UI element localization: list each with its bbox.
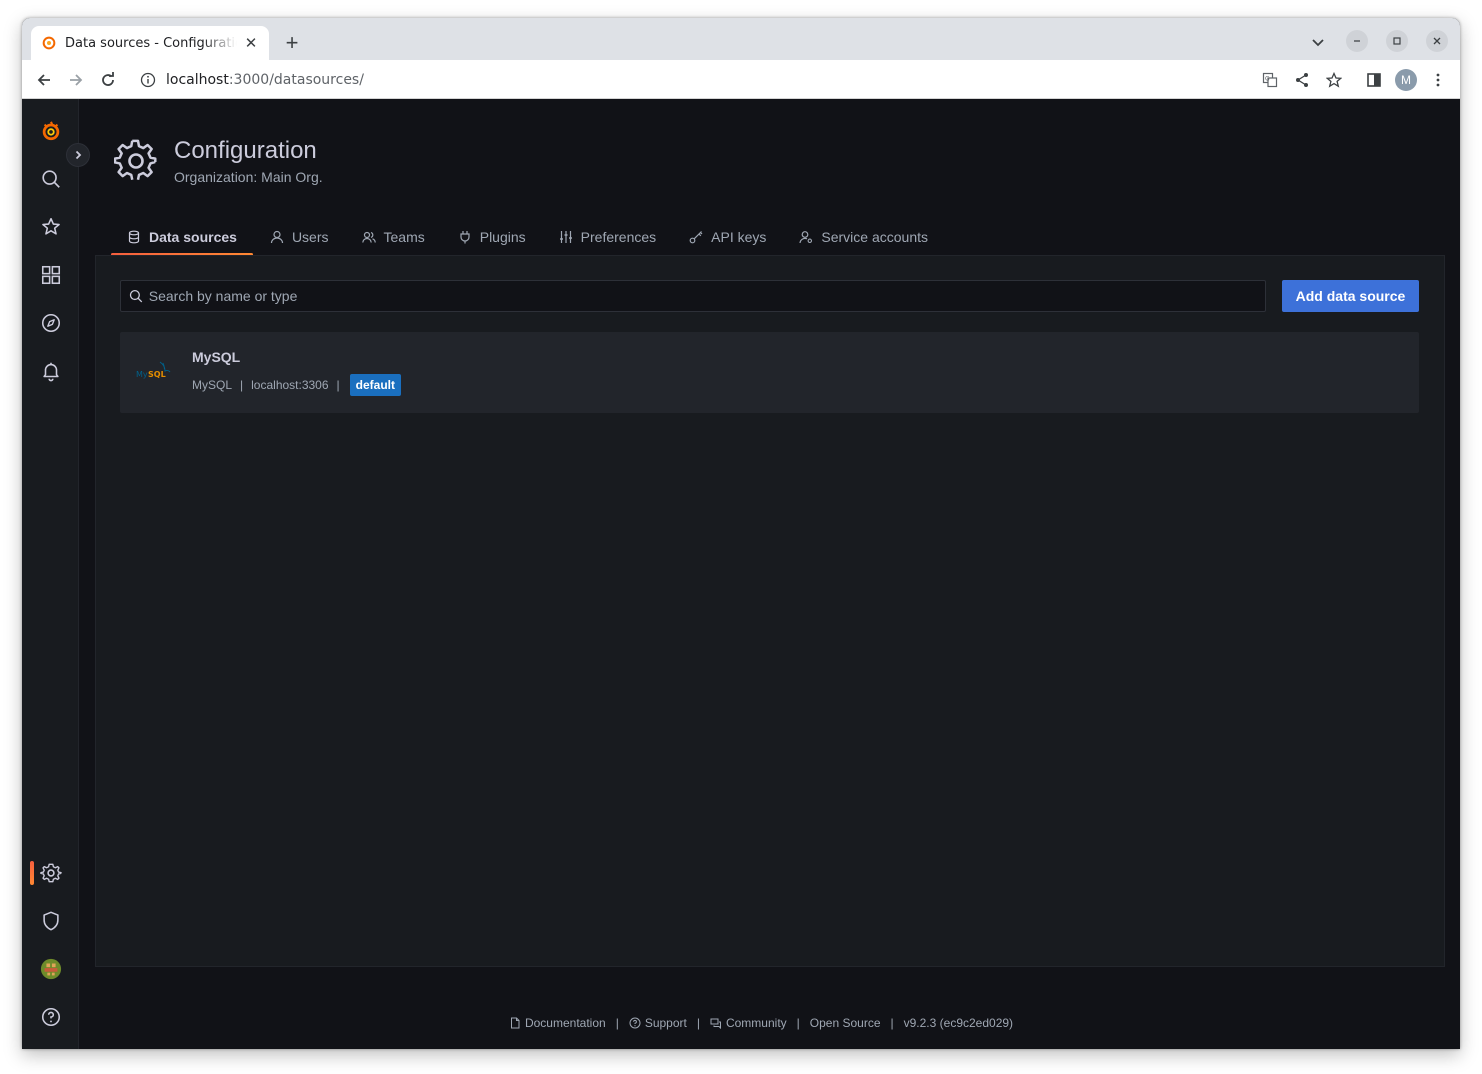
new-tab-icon[interactable]: + [279,30,305,56]
svg-text:G: G [1265,76,1270,83]
maximize-icon[interactable] [1386,30,1408,52]
tab-title: Data sources - Configuration [65,35,237,51]
tab-label: Plugins [479,229,526,245]
tab-label: Service accounts [821,229,928,245]
tab-label: Users [291,229,329,245]
user-cog-icon [799,231,813,244]
browser-window: Data sources - Configuration ✕ + localho… [22,18,1460,1049]
forward-icon[interactable] [64,68,88,92]
url-text: localhost:3000/datasources/ [166,72,364,88]
datasource-url: localhost:3306 [251,378,329,392]
add-data-source-button[interactable]: Add data source [1282,280,1419,312]
footer-version-label: v9.2.3 (ec9c2ed029) [903,1016,1014,1030]
search-icon [129,289,143,303]
address-bar[interactable]: localhost:3000/datasources/ [130,64,1280,95]
footer-support-link[interactable]: Support [629,1016,687,1030]
footer-documentation-label: Documentation [524,1016,606,1030]
footer-open-source-label: Open Source [809,1016,881,1030]
tab-label: Data sources [149,229,237,245]
footer: Documentation | Support | Community | Op… [22,1016,1460,1030]
footer-open-source-link[interactable]: Open Source [810,1016,881,1030]
search-field[interactable] [120,280,1266,312]
tab-data-sources[interactable]: Data sources [111,219,253,256]
reload-icon[interactable] [96,68,120,92]
page-header: Configuration Organization: Main Org. [114,137,323,185]
search-input[interactable] [148,288,1265,304]
explore-compass-icon[interactable] [22,303,79,343]
tab-api-keys[interactable]: API keys [673,219,782,255]
side-nav [22,99,90,1049]
tab-strip: Data sources - Configuration ✕ + [22,18,1460,60]
site-info-icon[interactable] [140,72,156,88]
datasource-card[interactable]: My SQL MySQL MySQL | localhost:3306 | de… [120,332,1419,413]
tab-teams[interactable]: Teams [346,219,441,255]
url-path: :3000/datasources/ [228,71,364,88]
sliders-icon [559,231,572,243]
side-panel-icon[interactable] [1363,69,1385,91]
configuration-header-gear-icon [114,139,157,180]
grafana-app: Configuration Organization: Main Org. Da… [22,99,1460,1049]
document-icon [510,1017,520,1029]
page-title: Configuration [174,137,317,164]
separator: | [696,1016,700,1030]
tab-users[interactable]: Users [254,219,345,255]
tab-plugins[interactable]: Plugins [442,219,542,255]
separator: | [890,1016,894,1030]
page-subtitle: Organization: Main Org. [174,169,323,185]
plug-icon [460,231,470,244]
tab-close-icon[interactable]: ✕ [243,35,259,52]
share-icon[interactable] [1291,69,1313,91]
star-icon[interactable] [22,207,79,247]
tab-search-icon[interactable] [1308,32,1328,52]
footer-version: v9.2.3 (ec9c2ed029) [904,1016,1013,1030]
footer-community-link[interactable]: Community [710,1016,787,1030]
configuration-gear-icon[interactable] [22,853,79,893]
server-admin-shield-icon[interactable] [22,901,79,941]
key-icon [689,231,703,244]
tab-label: API keys [711,229,767,245]
user-avatar-icon[interactable] [22,949,79,989]
browser-menu-icon[interactable] [1427,69,1449,91]
comments-icon [710,1018,721,1029]
grafana-favicon-icon [42,36,56,50]
browser-toolbar: localhost:3000/datasources/ G M [22,60,1460,99]
svg-text:My: My [136,370,148,379]
mysql-logo-icon: My SQL [136,361,171,379]
footer-community-label: Community [725,1016,787,1030]
config-tabs: Data sources Users Teams Plugins Prefere… [111,219,945,256]
separator: | [240,378,244,392]
default-badge: default [349,374,401,396]
question-circle-icon [629,1017,641,1029]
datasource-name[interactable]: MySQL [192,349,240,365]
close-window-icon[interactable] [1426,30,1448,52]
bookmark-star-icon[interactable] [1323,69,1345,91]
translate-icon[interactable]: G [1259,69,1281,91]
separator: | [615,1016,619,1030]
back-icon[interactable] [32,68,56,92]
url-host: localhost [166,71,229,88]
svg-text:SQL: SQL [148,370,166,379]
profile-avatar[interactable]: M [1395,69,1417,91]
tab-service-accounts[interactable]: Service accounts [783,219,944,255]
datasource-type: MySQL [192,378,233,392]
user-icon [270,230,284,244]
tab-preferences[interactable]: Preferences [543,219,672,255]
datasource-meta: MySQL | localhost:3306 | default [192,373,401,397]
tab-label: Preferences [580,229,657,245]
users-icon [361,231,376,243]
browser-tab[interactable]: Data sources - Configuration ✕ [31,26,269,60]
minimize-icon[interactable] [1346,30,1368,52]
expand-nav-icon[interactable] [66,143,90,167]
separator: | [336,378,340,392]
alerting-bell-icon[interactable] [22,351,79,391]
database-icon [128,230,140,244]
dashboards-icon[interactable] [22,255,79,295]
footer-support-label: Support [644,1016,687,1030]
tab-label: Teams [383,229,425,245]
separator: | [796,1016,800,1030]
content-panel: Add data source My SQL MySQL MySQL | loc… [95,255,1445,967]
footer-documentation-link[interactable]: Documentation [509,1016,606,1030]
